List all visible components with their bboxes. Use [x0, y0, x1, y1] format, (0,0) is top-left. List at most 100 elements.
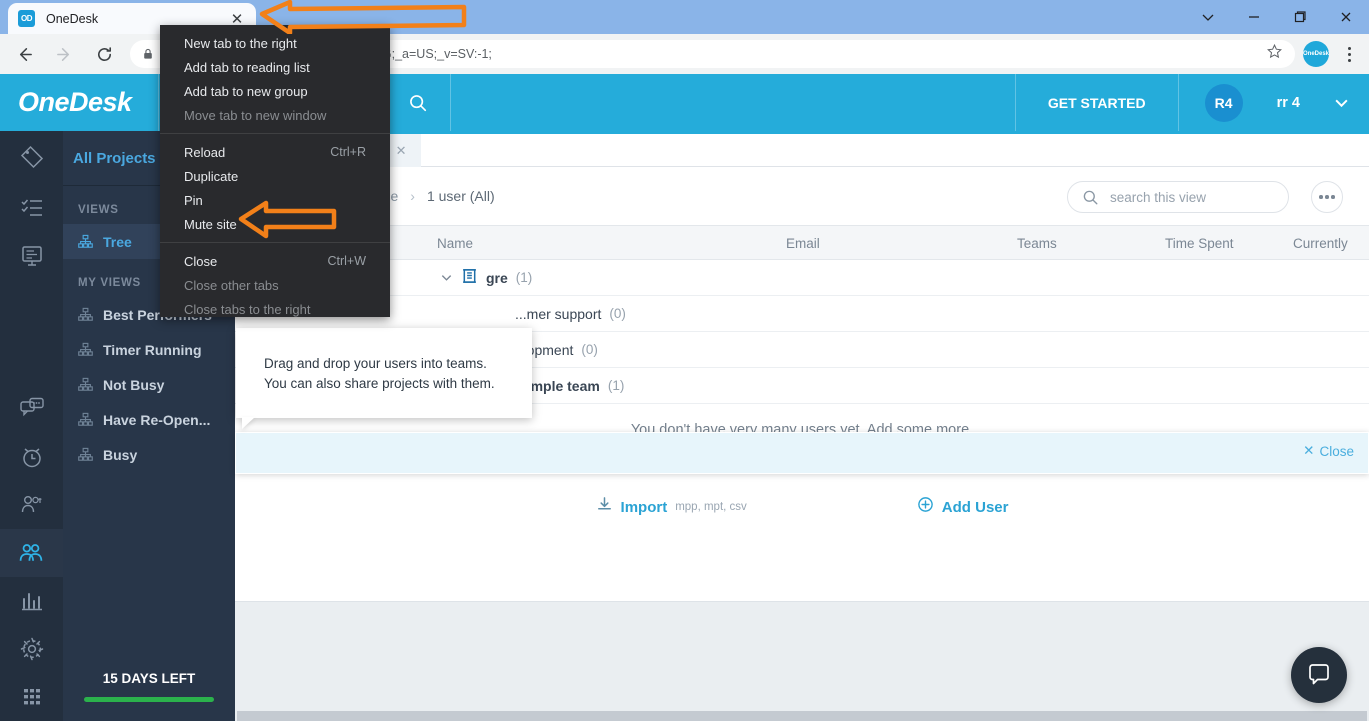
menu-item-close[interactable]: Close Ctrl+W: [160, 249, 390, 273]
browser-profile-avatar[interactable]: OneDesk: [1303, 41, 1329, 67]
menu-item-add-tab-to-new-group[interactable]: Add tab to new group: [160, 79, 390, 103]
dot: [1348, 59, 1351, 62]
horizontal-scrollbar[interactable]: [237, 711, 1367, 721]
menu-item-pin[interactable]: Pin: [160, 188, 390, 212]
global-search-button[interactable]: [386, 74, 450, 131]
customers-icon[interactable]: [0, 481, 63, 529]
user-menu[interactable]: R4 rr 4: [1179, 74, 1369, 131]
menu-label: Move tab to new window: [184, 108, 326, 123]
tasks-icon[interactable]: [0, 184, 63, 232]
favicon-label: OD: [21, 14, 32, 23]
tooltip-tail: [242, 417, 255, 429]
sidebar-item-busy[interactable]: Busy: [63, 437, 235, 472]
column-label: Teams: [1017, 236, 1057, 251]
reload-icon[interactable]: [88, 38, 120, 70]
menu-label: Pin: [184, 193, 203, 208]
main-content: t ✕ Tree › 1 user (All): [235, 131, 1369, 721]
dot: [1319, 195, 1323, 199]
trial-days-left: 15 DAYS LEFT: [103, 671, 196, 686]
messages-icon[interactable]: [0, 385, 63, 433]
menu-label: Close: [184, 254, 217, 269]
menu-label: New tab to the right: [184, 36, 297, 51]
column-header-currently[interactable]: Currently: [1293, 226, 1348, 260]
close-icon: ✕: [1303, 443, 1314, 459]
chat-bubble-icon[interactable]: [1291, 647, 1347, 703]
import-formats: mpp, mpt, csv: [675, 501, 747, 513]
column-header-teams[interactable]: Teams: [1017, 226, 1057, 260]
breadcrumb-bar: Tree › 1 user (All): [235, 167, 1369, 225]
import-label: Import: [621, 499, 668, 516]
trial-status[interactable]: 15 DAYS LEFT: [63, 651, 235, 721]
add-user-button[interactable]: Add User: [917, 496, 1009, 518]
tree-icon: [78, 412, 93, 427]
tooltip-text: Drag and drop your users into teams. You…: [236, 328, 532, 393]
menu-separator: [160, 242, 390, 243]
notification-banner: ✕ Close: [235, 432, 1369, 474]
menu-label: Add tab to reading list: [184, 60, 310, 75]
dot: [1348, 47, 1351, 50]
get-started-button[interactable]: GET STARTED: [1016, 95, 1178, 111]
search-input[interactable]: [1110, 190, 1270, 205]
tree-icon: [78, 307, 93, 322]
onboarding-tooltip: Drag and drop your users into teams. You…: [236, 328, 532, 418]
view-options-button[interactable]: [1311, 181, 1343, 213]
menu-label: Close other tabs: [184, 278, 279, 293]
browser-menu-icon[interactable]: [1335, 38, 1363, 70]
browser-tab-title: OneDesk: [46, 12, 228, 26]
minimize-icon[interactable]: [1231, 0, 1277, 34]
all-projects-label: All Projects: [73, 150, 156, 167]
browser-tab-context-menu: New tab to the right Add tab to reading …: [160, 25, 390, 317]
menu-item-new-tab-to-the-right[interactable]: New tab to the right: [160, 31, 390, 55]
banner-close-button[interactable]: ✕ Close: [1303, 443, 1354, 459]
column-header-name[interactable]: Name: [437, 226, 473, 260]
row-count: (1): [608, 378, 625, 393]
window-close-icon[interactable]: [1323, 0, 1369, 34]
trial-progress-bar: [84, 697, 214, 702]
chevron-down-icon[interactable]: [440, 271, 453, 284]
divider: [450, 74, 451, 131]
screenshot-root: OD OneDesk ✕: [0, 0, 1369, 721]
chevron-down-icon[interactable]: [1185, 0, 1231, 34]
maximize-icon[interactable]: [1277, 0, 1323, 34]
column-header-time-spent[interactable]: Time Spent: [1165, 226, 1234, 260]
back-icon[interactable]: [8, 38, 40, 70]
sidebar-item-label: Not Busy: [103, 377, 164, 393]
tree-icon: [78, 377, 93, 392]
close-icon[interactable]: ✕: [396, 143, 407, 159]
column-header-email[interactable]: Email: [786, 226, 820, 260]
menu-label: Close tabs to the right: [184, 302, 310, 317]
search-box[interactable]: [1067, 181, 1289, 213]
onedesk-favicon-icon: OD: [18, 10, 35, 27]
bookmark-star-icon[interactable]: [1266, 43, 1283, 65]
menu-item-mute-site[interactable]: Mute site: [160, 212, 390, 236]
row-content: gre (1): [440, 267, 532, 289]
sidebar-item-label: Timer Running: [103, 342, 202, 358]
apps-grid-icon[interactable]: [0, 673, 63, 721]
settings-icon[interactable]: [0, 625, 63, 673]
onedesk-logo[interactable]: OneDesk: [0, 87, 158, 118]
analytics-icon[interactable]: [0, 577, 63, 625]
banner-close-label: Close: [1319, 444, 1354, 459]
sidebar-item-not-busy[interactable]: Not Busy: [63, 367, 235, 402]
users-icon[interactable]: [0, 529, 63, 577]
menu-label: Duplicate: [184, 169, 238, 184]
timesheets-icon[interactable]: [0, 433, 63, 481]
column-label: Email: [786, 236, 820, 251]
menu-item-duplicate[interactable]: Duplicate: [160, 164, 390, 188]
chevron-down-icon: [1334, 95, 1349, 110]
sidebar-item-have-reopened[interactable]: Have Re-Open...: [63, 402, 235, 437]
table-row[interactable]: gre (1): [235, 260, 1369, 296]
menu-item-reload[interactable]: Reload Ctrl+R: [160, 140, 390, 164]
table-row[interactable]: ...mer support (0): [235, 296, 1369, 332]
sidebar-item-timer-running[interactable]: Timer Running: [63, 332, 235, 367]
projects-icon[interactable]: [0, 232, 63, 280]
import-button[interactable]: Import mpp, mpt, csv: [596, 496, 747, 518]
row-name: ...mer support: [515, 306, 601, 322]
column-label: Currently: [1293, 236, 1348, 251]
window-controls: [1185, 0, 1369, 34]
tickets-icon[interactable]: [0, 131, 63, 184]
profile-label: OneDesk: [1303, 51, 1329, 57]
menu-item-add-tab-to-reading-list[interactable]: Add tab to reading list: [160, 55, 390, 79]
menu-separator: [160, 133, 390, 134]
menu-accel: Ctrl+W: [327, 254, 366, 268]
